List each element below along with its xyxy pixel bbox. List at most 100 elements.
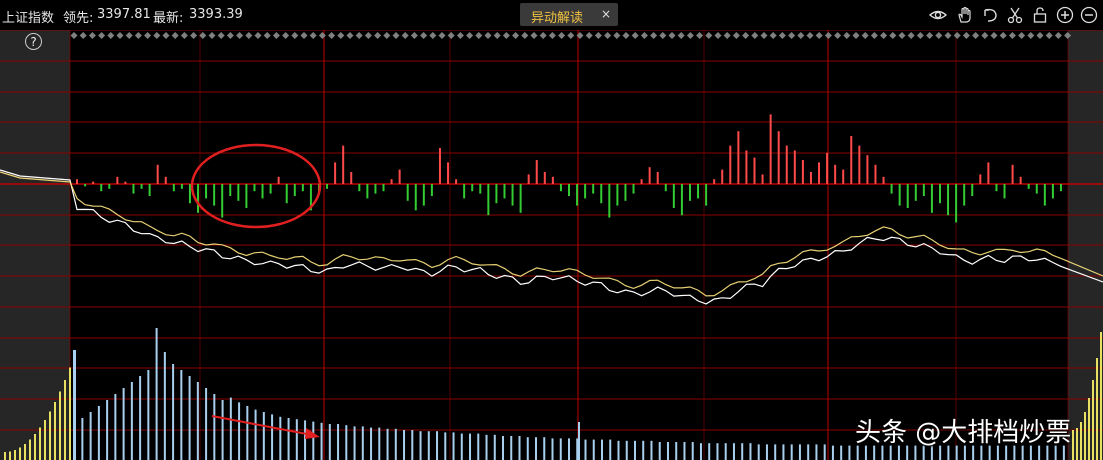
zoom-out-icon[interactable] <box>1080 6 1098 24</box>
bar <box>124 181 127 184</box>
bar <box>535 160 538 184</box>
volume-bar-edge <box>39 427 41 460</box>
zoom-in-icon[interactable] <box>1056 6 1074 24</box>
bar <box>664 184 667 192</box>
hand-icon[interactable] <box>956 6 974 24</box>
volume-bar <box>633 440 636 460</box>
bar <box>398 169 401 184</box>
volume-bar <box>213 394 216 460</box>
volume-bar-edge <box>29 439 31 460</box>
latest-value: 3393.39 <box>189 7 243 22</box>
bar <box>406 184 409 201</box>
eye-icon[interactable] <box>929 6 947 24</box>
bar <box>463 184 466 199</box>
volume-bar-edge <box>59 391 61 460</box>
volume-bar-edge <box>1088 398 1090 460</box>
volume-bar <box>724 443 727 460</box>
volume-bar <box>592 439 595 460</box>
volume-bar <box>691 442 694 460</box>
volume-bar <box>683 442 686 460</box>
bar <box>471 184 474 192</box>
volume-bar <box>650 440 653 460</box>
volume-bar-edge <box>1092 380 1094 460</box>
volume-bar <box>642 440 645 460</box>
bar <box>963 184 966 206</box>
volume-bar <box>790 444 793 460</box>
bar <box>568 184 570 196</box>
intraday-chart[interactable] <box>0 30 1103 460</box>
bar <box>987 162 990 184</box>
bar <box>809 172 812 184</box>
bar <box>697 184 700 199</box>
tab-anomaly-interpretation[interactable]: 异动解读 × <box>520 3 618 26</box>
volume-bar <box>328 424 331 460</box>
volume-bar <box>732 443 735 460</box>
volume-bar <box>526 437 529 460</box>
bar <box>745 150 748 184</box>
volume-bar <box>287 418 290 460</box>
bar <box>834 164 837 184</box>
bar <box>971 184 974 196</box>
bar <box>1003 184 1006 199</box>
bar <box>584 184 587 199</box>
bar <box>705 184 708 206</box>
help-icon[interactable]: ? <box>25 33 42 50</box>
volume-bar <box>89 412 92 460</box>
volume-bar <box>188 376 191 460</box>
volume-bar <box>114 394 117 460</box>
bar <box>156 164 159 184</box>
volume-bar <box>106 400 109 460</box>
bar <box>648 167 651 184</box>
volume-bar-edge <box>1072 430 1074 460</box>
volume-bar <box>361 426 364 460</box>
lock-icon[interactable] <box>1031 6 1049 24</box>
tab-close-button[interactable]: × <box>601 7 611 21</box>
volume-bar <box>262 412 265 460</box>
volume-spike <box>578 422 580 460</box>
bar <box>882 176 885 184</box>
bar <box>342 145 345 184</box>
bar <box>874 164 877 184</box>
bar <box>793 150 796 184</box>
volume-bar <box>840 445 843 460</box>
volume-bar <box>551 438 554 460</box>
bar <box>301 184 304 192</box>
volume-bar <box>477 433 480 460</box>
volume-bar <box>271 414 274 460</box>
bar <box>84 184 87 187</box>
bar <box>898 184 901 206</box>
volume-bar <box>221 400 224 460</box>
bar <box>293 184 296 196</box>
back-arrow-icon[interactable] <box>981 6 999 24</box>
bar <box>1035 184 1038 194</box>
bar <box>447 162 450 184</box>
volume-bar <box>469 433 472 460</box>
volume-bar <box>757 444 760 460</box>
bar <box>906 184 909 208</box>
bar <box>132 184 135 194</box>
volume-bar <box>600 439 603 460</box>
volume-bar <box>798 444 801 460</box>
volume-bar <box>444 432 447 460</box>
volume-bar <box>716 443 719 460</box>
bar <box>213 184 216 206</box>
bar <box>850 136 853 184</box>
volume-bar <box>419 431 422 460</box>
volume-bar <box>452 432 455 460</box>
volume-bar <box>172 364 175 460</box>
scissors-icon[interactable] <box>1006 6 1024 24</box>
volume-bar-edge <box>1080 422 1082 460</box>
bar <box>374 184 377 194</box>
volume-bar-edge <box>4 452 6 460</box>
volume-bar <box>493 434 496 460</box>
bar <box>358 184 361 192</box>
volume-bar <box>823 444 826 460</box>
bar <box>253 184 256 192</box>
bar <box>197 184 200 213</box>
bar <box>995 184 998 192</box>
volume-bar <box>196 382 199 460</box>
volume-bar-edge <box>1096 358 1098 460</box>
volume-bar <box>122 388 125 460</box>
bar <box>1027 184 1030 189</box>
bar <box>92 181 95 184</box>
